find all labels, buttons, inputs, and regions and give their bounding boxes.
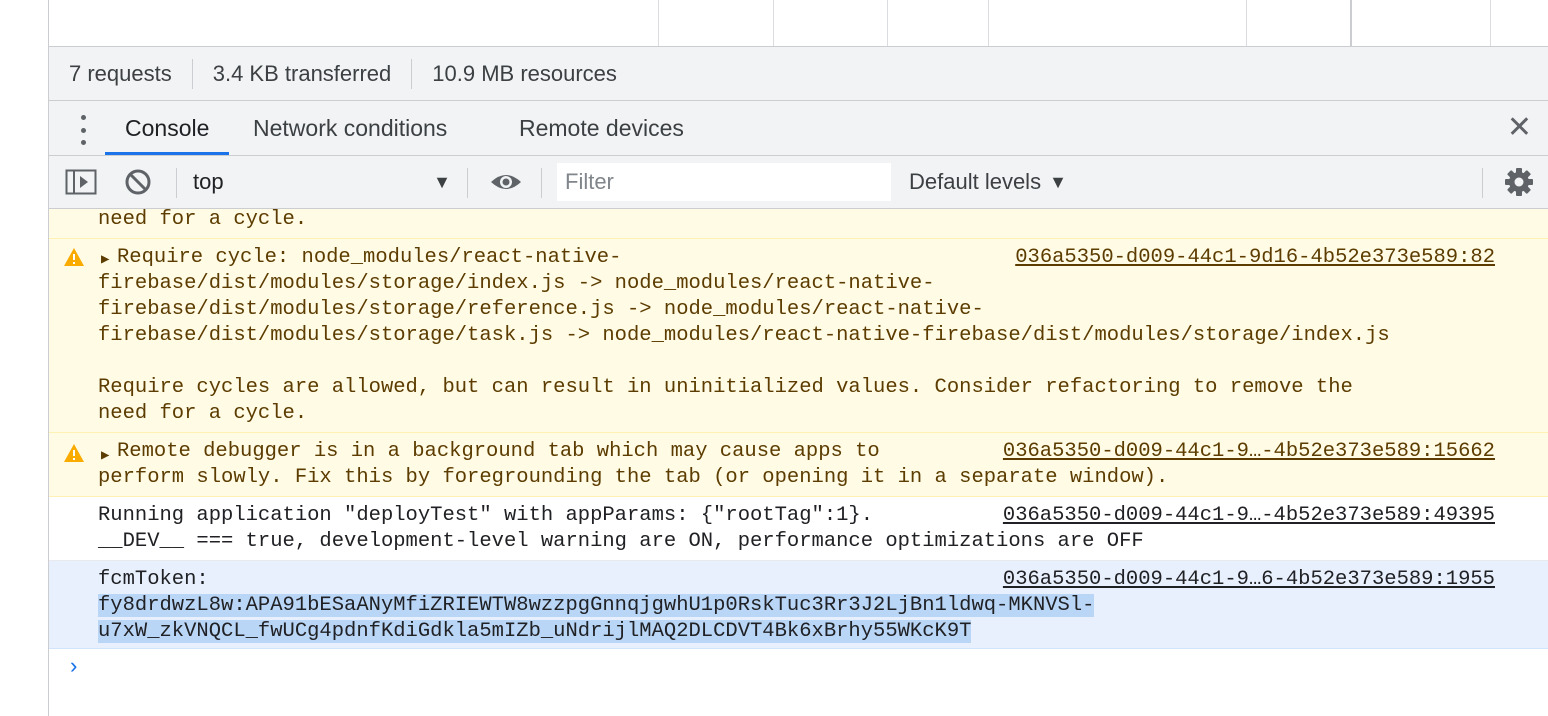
source-link[interactable]: 036a5350-d009-44c1-9d16-4b52e373e589:82	[1015, 245, 1495, 271]
source-link[interactable]: 036a5350-d009-44c1-9…6-4b52e373e589:1955	[1003, 567, 1495, 593]
message-line: firebase/dist/modules/storage/index.js -…	[98, 272, 935, 295]
warning-icon	[64, 444, 84, 462]
console-message-log: Running application "deployTest" with ap…	[49, 497, 1548, 561]
message-line: fcmToken:	[98, 568, 209, 591]
expand-triangle-icon[interactable]: ▶	[101, 251, 109, 268]
console-message-warning: ▶ Require cycle: node_modules/react-nati…	[49, 239, 1548, 433]
sidebar-toggle-icon[interactable]	[65, 156, 97, 208]
clear-console-icon[interactable]	[124, 156, 152, 208]
levels-label: Default levels	[909, 169, 1042, 194]
network-summary-bar: 7 requests 3.4 KB transferred 10.9 MB re…	[49, 47, 1548, 101]
message-line: u7xW_zkVNQCL_fwUCg4pdnfKdiGdkla5mIZb_uNd…	[98, 619, 972, 645]
left-gutter	[0, 0, 49, 716]
filter-input[interactable]	[557, 163, 891, 201]
drawer-tabbar: Console Network conditions Remote device…	[49, 101, 1548, 156]
requests-count: 7 requests	[69, 60, 172, 86]
message-line: Require cycle: node_modules/react-native…	[117, 246, 622, 269]
transferred-size: 3.4 KB transferred	[212, 60, 392, 86]
console-message-warning: need for a cycle.	[49, 209, 1548, 239]
network-table-remnant	[49, 0, 1548, 47]
log-levels-dropdown[interactable]: Default levels ▼	[909, 156, 1067, 208]
message-line: need for a cycle.	[98, 209, 308, 231]
drawer-menu-icon[interactable]	[73, 115, 93, 145]
console-message-log-selected: fcmToken: 036a5350-d009-44c1-9…6-4b52e37…	[49, 561, 1548, 649]
tab-console[interactable]: Console	[104, 101, 230, 155]
console-messages: need for a cycle. ▶ Require cycle: node_…	[49, 209, 1548, 716]
console-prompt[interactable]: ›	[49, 649, 1548, 716]
levels-chevron-icon: ▼	[1049, 171, 1067, 192]
prompt-chevron-icon: ›	[67, 655, 81, 680]
expand-triangle-icon[interactable]: ▶	[101, 447, 109, 464]
console-message-warning: ▶ Remote debugger is in a background tab…	[49, 433, 1548, 497]
tab-remote-devices[interactable]: Remote devices	[519, 101, 684, 155]
message-line: Running application "deployTest" with ap…	[98, 504, 874, 527]
message-line: need for a cycle.	[98, 402, 308, 425]
source-link[interactable]: 036a5350-d009-44c1-9…-4b52e373e589:49395	[1003, 503, 1495, 529]
selected-text: fy8drdwzL8w:APA91bESaANyMfiZRIEWTW8wzzpg…	[98, 594, 1095, 617]
close-drawer-icon[interactable]: ✕	[1507, 113, 1532, 143]
resources-size: 10.9 MB resources	[432, 60, 617, 86]
devtools-panel: 7 requests 3.4 KB transferred 10.9 MB re…	[49, 0, 1548, 716]
message-line: firebase/dist/modules/storage/task.js ->…	[98, 324, 1390, 347]
context-value: top	[193, 169, 224, 194]
warning-icon	[64, 248, 84, 266]
source-link[interactable]: 036a5350-d009-44c1-9…-4b52e373e589:15662	[1003, 439, 1495, 465]
message-line: Remote debugger is in a background tab w…	[117, 440, 880, 463]
tab-network-conditions[interactable]: Network conditions	[253, 101, 447, 155]
selected-text: u7xW_zkVNQCL_fwUCg4pdnfKdiGdkla5mIZb_uNd…	[98, 620, 972, 643]
message-line: firebase/dist/modules/storage/reference.…	[98, 298, 984, 321]
message-line: perform slowly. Fix this by foregroundin…	[98, 466, 1169, 489]
message-line: __DEV__ === true, development-level warn…	[98, 530, 1144, 553]
message-line: Require cycles are allowed, but can resu…	[98, 376, 1353, 399]
context-selector[interactable]: top ▼	[193, 156, 451, 208]
message-line: fy8drdwzL8w:APA91bESaANyMfiZRIEWTW8wzzpg…	[98, 593, 1095, 619]
live-expression-eye-icon[interactable]	[489, 156, 523, 208]
chevron-down-icon: ▼	[433, 171, 451, 192]
console-settings-gear-icon[interactable]	[1504, 156, 1534, 208]
console-toolbar: top ▼ Default levels ▼	[49, 156, 1548, 209]
